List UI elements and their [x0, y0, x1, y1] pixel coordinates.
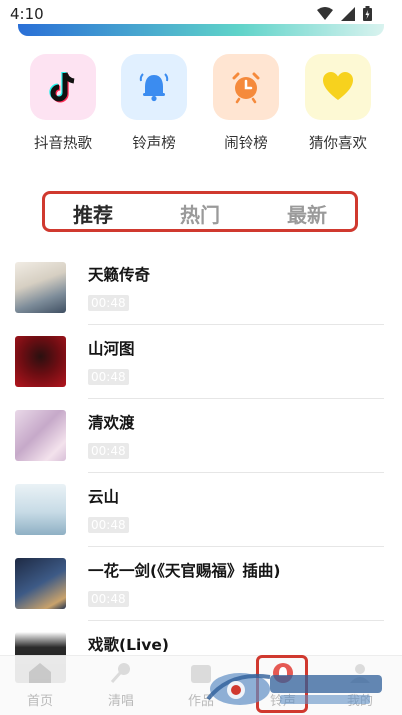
- status-time: 4:10: [10, 5, 44, 23]
- quick-link-label: 抖音热歌: [34, 136, 92, 152]
- song-title: 一花一剑(《天官赐福》插曲): [88, 562, 281, 580]
- tab-popular[interactable]: 热门: [180, 199, 220, 228]
- album-cover: [15, 262, 66, 313]
- song-title: 戏歌(Live): [88, 636, 169, 654]
- song-title: 云山: [88, 488, 120, 506]
- alarm-clock-icon: [213, 54, 279, 120]
- song-row[interactable]: 云山 00:48: [0, 473, 402, 547]
- category-tabs: 推荐 热门 最新: [42, 191, 358, 232]
- album-cover: [15, 484, 66, 535]
- nav-acapella[interactable]: 清唱: [91, 662, 151, 709]
- album-cover: [15, 410, 66, 461]
- heart-icon: [305, 54, 371, 120]
- song-row[interactable]: 一花一剑(《天官赐福》插曲) 00:48: [0, 547, 402, 621]
- song-duration: 00:48: [88, 517, 129, 533]
- quick-link-alarm-chart[interactable]: 闹铃榜: [200, 54, 292, 153]
- tiktok-icon: [30, 54, 96, 120]
- quick-link-ringtone-chart[interactable]: 铃声榜: [108, 54, 200, 153]
- home-icon: [29, 663, 51, 683]
- tab-latest[interactable]: 最新: [287, 199, 327, 228]
- song-duration: 00:48: [88, 443, 129, 459]
- song-title: 清欢渡: [88, 414, 135, 432]
- battery-icon: [363, 6, 372, 25]
- tab-recommended[interactable]: 推荐: [73, 199, 113, 228]
- song-title: 山河图: [88, 340, 135, 358]
- nav-label: 清唱: [107, 694, 134, 709]
- quick-link-douyin-hits[interactable]: 抖音热歌: [17, 54, 109, 153]
- microphone-icon: [110, 663, 130, 683]
- wifi-icon: [317, 6, 333, 25]
- nav-label: 首页: [26, 694, 53, 709]
- song-row[interactable]: 清欢渡 00:48: [0, 399, 402, 473]
- quick-link-label: 闹铃榜: [224, 136, 268, 152]
- song-duration: 00:48: [88, 369, 129, 385]
- album-cover: [15, 336, 66, 387]
- nav-home[interactable]: 首页: [10, 662, 70, 709]
- song-duration: 00:48: [88, 295, 129, 311]
- bell-icon: [121, 54, 187, 120]
- song-row[interactable]: 天籁传奇 00:48: [0, 251, 402, 325]
- quick-links: 抖音热歌 铃声榜 闹铃榜 猜你喜欢: [0, 54, 402, 164]
- album-cover: [15, 558, 66, 609]
- quick-link-label: 铃声榜: [132, 136, 176, 152]
- status-icons: [317, 6, 372, 25]
- song-row[interactable]: 山河图 00:48: [0, 325, 402, 399]
- quick-link-recommended[interactable]: 猜你喜欢: [292, 54, 384, 153]
- watermark-logo: [200, 669, 390, 709]
- song-title: 天籁传奇: [88, 266, 151, 284]
- song-duration: 00:48: [88, 591, 129, 607]
- signal-icon: [341, 6, 355, 25]
- banner-carousel[interactable]: [18, 24, 384, 36]
- quick-link-label: 猜你喜欢: [309, 136, 367, 152]
